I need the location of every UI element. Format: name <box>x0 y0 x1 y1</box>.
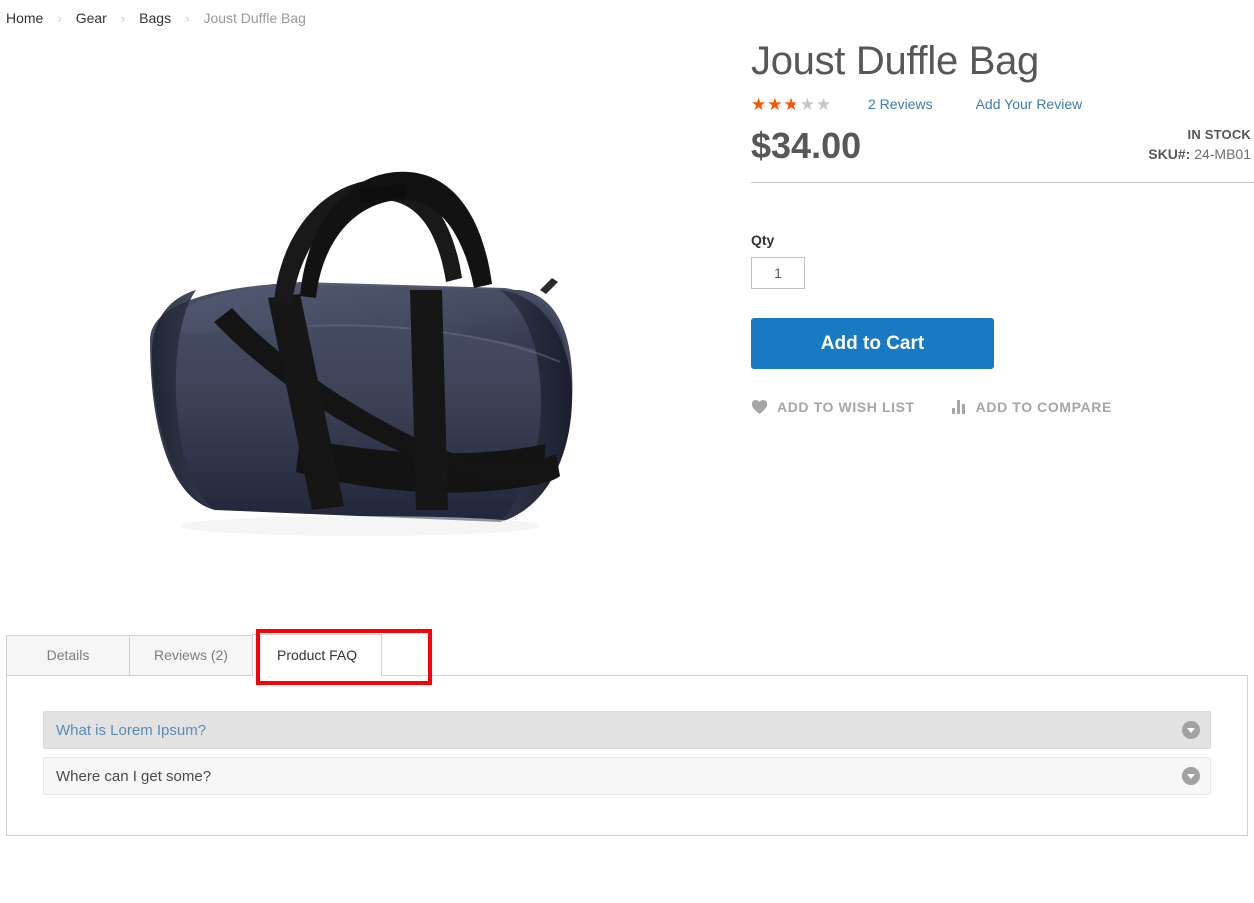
faq-item[interactable]: What is Lorem Ipsum? <box>43 711 1211 749</box>
add-to-compare-label: ADD TO COMPARE <box>975 399 1112 415</box>
product-tabs: Details Reviews (2) Product FAQ What is … <box>6 634 1248 837</box>
breadcrumb-item-current: Joust Duffle Bag <box>203 10 306 26</box>
tab-details[interactable]: Details <box>6 635 130 675</box>
add-to-cart-button[interactable]: Add to Cart <box>751 318 994 369</box>
chevron-down-icon[interactable] <box>1182 767 1200 785</box>
rating-stars[interactable]: ★★★★★ ★★★★★ <box>751 96 839 113</box>
faq-item[interactable]: Where can I get some? <box>43 757 1211 795</box>
quantity-stepper[interactable] <box>751 257 805 289</box>
secondary-actions: ADD TO WISH LIST ADD TO COMPARE <box>751 399 1251 415</box>
faq-question: What is Lorem Ipsum? <box>56 722 207 739</box>
info-divider <box>751 182 1254 183</box>
faq-question: Where can I get some? <box>56 768 212 785</box>
breadcrumb-separator-icon: › <box>120 10 126 26</box>
breadcrumb-separator-icon: › <box>57 10 62 26</box>
add-to-wishlist-button[interactable]: ADD TO WISH LIST <box>751 399 915 415</box>
stock-and-sku: IN STOCK SKU#: 24-MB01 <box>1148 127 1251 162</box>
product-page: Home › Gear › Bags › Joust Duffle Bag Jo… <box>0 0 1254 903</box>
rating-stars-filled: ★★★★★ <box>751 95 795 113</box>
tab-product-faq[interactable]: Product FAQ <box>252 634 383 676</box>
product-image-duffle-bag[interactable] <box>0 40 730 560</box>
product-image-gallery[interactable] <box>0 40 730 600</box>
add-review-link[interactable]: Add Your Review <box>976 96 1083 112</box>
page-title: Joust Duffle Bag <box>751 39 1039 83</box>
sku-value: 24-MB01 <box>1194 146 1251 162</box>
product-info: Joust Duffle Bag ★★★★★ ★★★★★ 2 Reviews A… <box>751 38 1254 415</box>
rating-row: ★★★★★ ★★★★★ 2 Reviews Add Your Review <box>751 94 1251 114</box>
price-row: $34.00 IN STOCK SKU#: 24-MB01 <box>751 122 1251 178</box>
bag-shadow <box>180 516 540 536</box>
add-to-compare-button[interactable]: ADD TO COMPARE <box>951 399 1112 415</box>
chevron-down-icon[interactable] <box>1182 721 1200 739</box>
add-to-wishlist-label: ADD TO WISH LIST <box>777 399 915 415</box>
heart-icon <box>751 400 768 414</box>
tab-panel-product-faq: What is Lorem Ipsum? Where can I get som… <box>6 675 1248 836</box>
breadcrumb-item-bags[interactable]: Bags <box>139 10 171 26</box>
bar-chart-icon <box>951 400 968 414</box>
status-badge: IN STOCK <box>1187 127 1251 142</box>
reviews-link[interactable]: 2 Reviews <box>868 96 933 112</box>
breadcrumb: Home › Gear › Bags › Joust Duffle Bag <box>6 10 306 26</box>
sku-row: SKU#: 24-MB01 <box>1148 146 1251 162</box>
sku-label: SKU#: <box>1148 146 1191 162</box>
tab-strip: Details Reviews (2) Product FAQ <box>6 634 1248 676</box>
tab-reviews[interactable]: Reviews (2) <box>129 635 253 675</box>
bag-strap-right <box>410 290 448 510</box>
breadcrumb-separator-icon: › <box>185 10 190 26</box>
qty-label: Qty <box>751 232 775 248</box>
breadcrumb-item-gear[interactable]: Gear <box>76 10 107 26</box>
breadcrumb-item-home[interactable]: Home <box>6 10 43 26</box>
